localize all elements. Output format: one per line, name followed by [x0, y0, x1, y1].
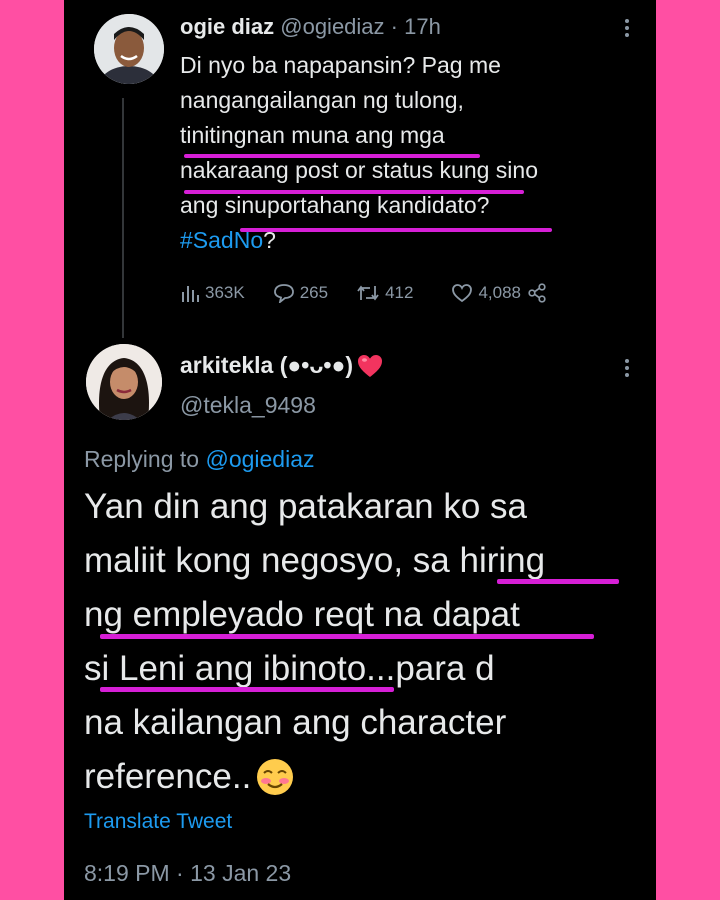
tweet1-text: Di nyo ba napapansin? Pag me nangangaila…	[180, 48, 640, 258]
thread-line	[122, 98, 124, 338]
tweet1-stats: 363K 265 412 4,088	[180, 283, 580, 303]
retweet-count: 412	[385, 283, 414, 302]
tweet1-display-name[interactable]: ogie diaz	[180, 14, 274, 39]
avatar-tekla[interactable]	[86, 344, 162, 420]
highlight-underline	[100, 634, 594, 639]
highlight-underline	[240, 228, 552, 232]
tweet2-text: Yan din ang patakaran ko sa maliit kong …	[84, 480, 644, 804]
reply-count: 265	[299, 283, 329, 302]
heart-emoji-icon	[358, 354, 382, 377]
tweet-card: ogie diaz @ogiediaz · 17h Di nyo ba napa…	[64, 0, 656, 900]
tweet2-display-name[interactable]: arkitekla (●•ᴗ•●)	[180, 352, 353, 379]
tweet2-handle[interactable]: @tekla_9498	[180, 392, 316, 419]
blush-emoji-icon	[257, 759, 294, 795]
replying-handle-link[interactable]: @ogiediaz	[205, 446, 314, 472]
highlight-underline	[497, 579, 619, 584]
reply-stat[interactable]: 265	[273, 283, 328, 303]
tweet2-line: Yan din ang patakaran ko sa	[84, 487, 528, 526]
tweet2-line: na kailangan ang character	[84, 703, 507, 742]
tweet1-line: nangangailangan ng tulong,	[180, 87, 464, 113]
reply-icon	[273, 284, 294, 303]
translate-tweet-link[interactable]: Translate Tweet	[84, 810, 232, 834]
retweet-stat[interactable]: 412	[356, 283, 413, 303]
retweet-icon	[357, 285, 379, 301]
views-stat[interactable]: 363K	[180, 283, 245, 303]
highlight-underline	[184, 154, 480, 158]
views-icon	[182, 286, 199, 302]
more-icon[interactable]	[624, 18, 630, 38]
tweet1-header: ogie diaz @ogiediaz · 17h	[180, 14, 441, 40]
tweet1-line: Di nyo ba napapansin? Pag me	[180, 52, 501, 78]
share-button[interactable]	[527, 283, 552, 303]
avatar-ogie[interactable]	[94, 14, 164, 84]
tweet1-handle[interactable]: @ogiediaz	[280, 14, 384, 39]
highlight-underline	[184, 190, 524, 194]
tweet2-line: reference..	[84, 757, 252, 796]
highlight-underline	[100, 687, 394, 692]
views-count: 363K	[205, 283, 245, 302]
like-stat[interactable]: 4,088	[451, 283, 521, 303]
replying-prefix: Replying to	[84, 446, 200, 472]
replying-to: Replying to @ogiediaz	[84, 446, 315, 473]
tweet1-time[interactable]: · 17h	[391, 14, 441, 39]
like-icon	[452, 284, 473, 303]
tweet1-line: nakaraang post or status kung sino	[180, 157, 539, 183]
tweet1-line: tinitingnan muna ang mga	[180, 122, 445, 148]
tweet2-header: arkitekla (●•ᴗ•●)	[180, 352, 384, 379]
like-count: 4,088	[478, 283, 521, 302]
tweet2-timestamp[interactable]: 8:19 PM · 13 Jan 23	[84, 860, 291, 887]
tweet2-last-line: reference..	[84, 750, 644, 804]
share-icon	[528, 283, 546, 303]
more-icon[interactable]	[624, 358, 630, 378]
